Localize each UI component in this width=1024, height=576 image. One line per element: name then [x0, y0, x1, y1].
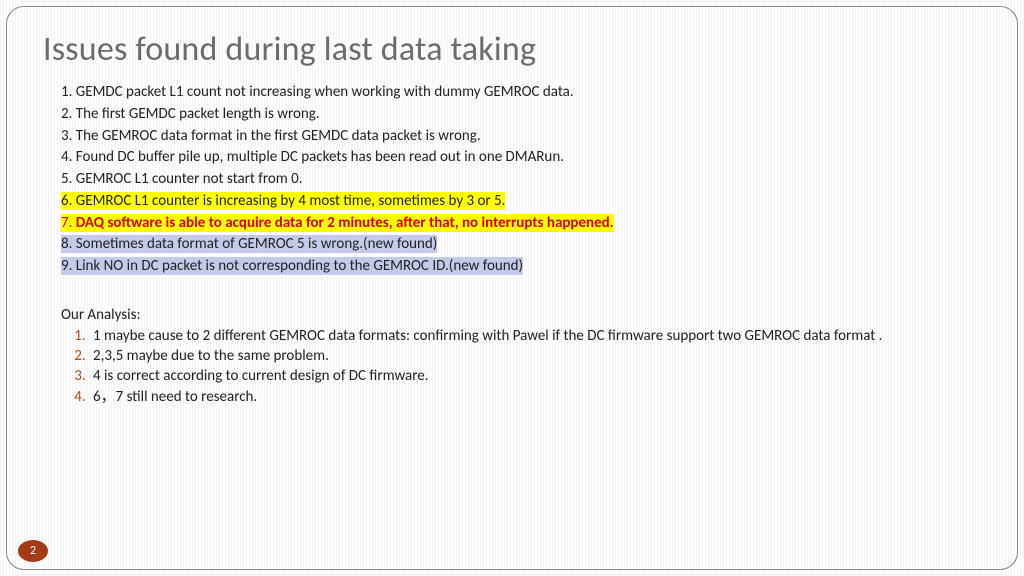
issue-item: 2. The first GEMDC packet length is wron… — [61, 104, 981, 126]
page-number-badge: 2 — [18, 540, 48, 562]
slide-title: Issues found during last data taking — [43, 29, 981, 70]
analysis-block: Our Analysis: 1 maybe cause to 2 differe… — [43, 306, 981, 407]
issue-item: 9. Link NO in DC packet is not correspon… — [61, 256, 981, 278]
issue-item: 8. Sometimes data format of GEMROC 5 is … — [61, 234, 981, 256]
analysis-item: 1 maybe cause to 2 different GEMROC data… — [89, 326, 981, 346]
issue-item: 4. Found DC buffer pile up, multiple DC … — [61, 147, 981, 169]
issue-item: 5. GEMROC L1 counter not start from 0. — [61, 169, 981, 191]
issue-item: 1. GEMDC packet L1 count not increasing … — [61, 82, 981, 104]
issue-item: 6. GEMROC L1 counter is increasing by 4 … — [61, 191, 981, 213]
analysis-item: 4 is correct according to current design… — [89, 366, 981, 386]
slide-frame: Issues found during last data taking 1. … — [6, 6, 1018, 570]
issues-list: 1. GEMDC packet L1 count not increasing … — [43, 82, 981, 278]
analysis-list: 1 maybe cause to 2 different GEMROC data… — [61, 326, 981, 407]
analysis-heading: Our Analysis: — [61, 306, 981, 324]
analysis-item: 6，7 still need to research. — [89, 387, 981, 407]
analysis-item: 2,3,5 maybe due to the same problem. — [89, 346, 981, 366]
issue-item: 3. The GEMROC data format in the first G… — [61, 126, 981, 148]
issue-item: 7. DAQ software is able to acquire data … — [61, 213, 981, 235]
